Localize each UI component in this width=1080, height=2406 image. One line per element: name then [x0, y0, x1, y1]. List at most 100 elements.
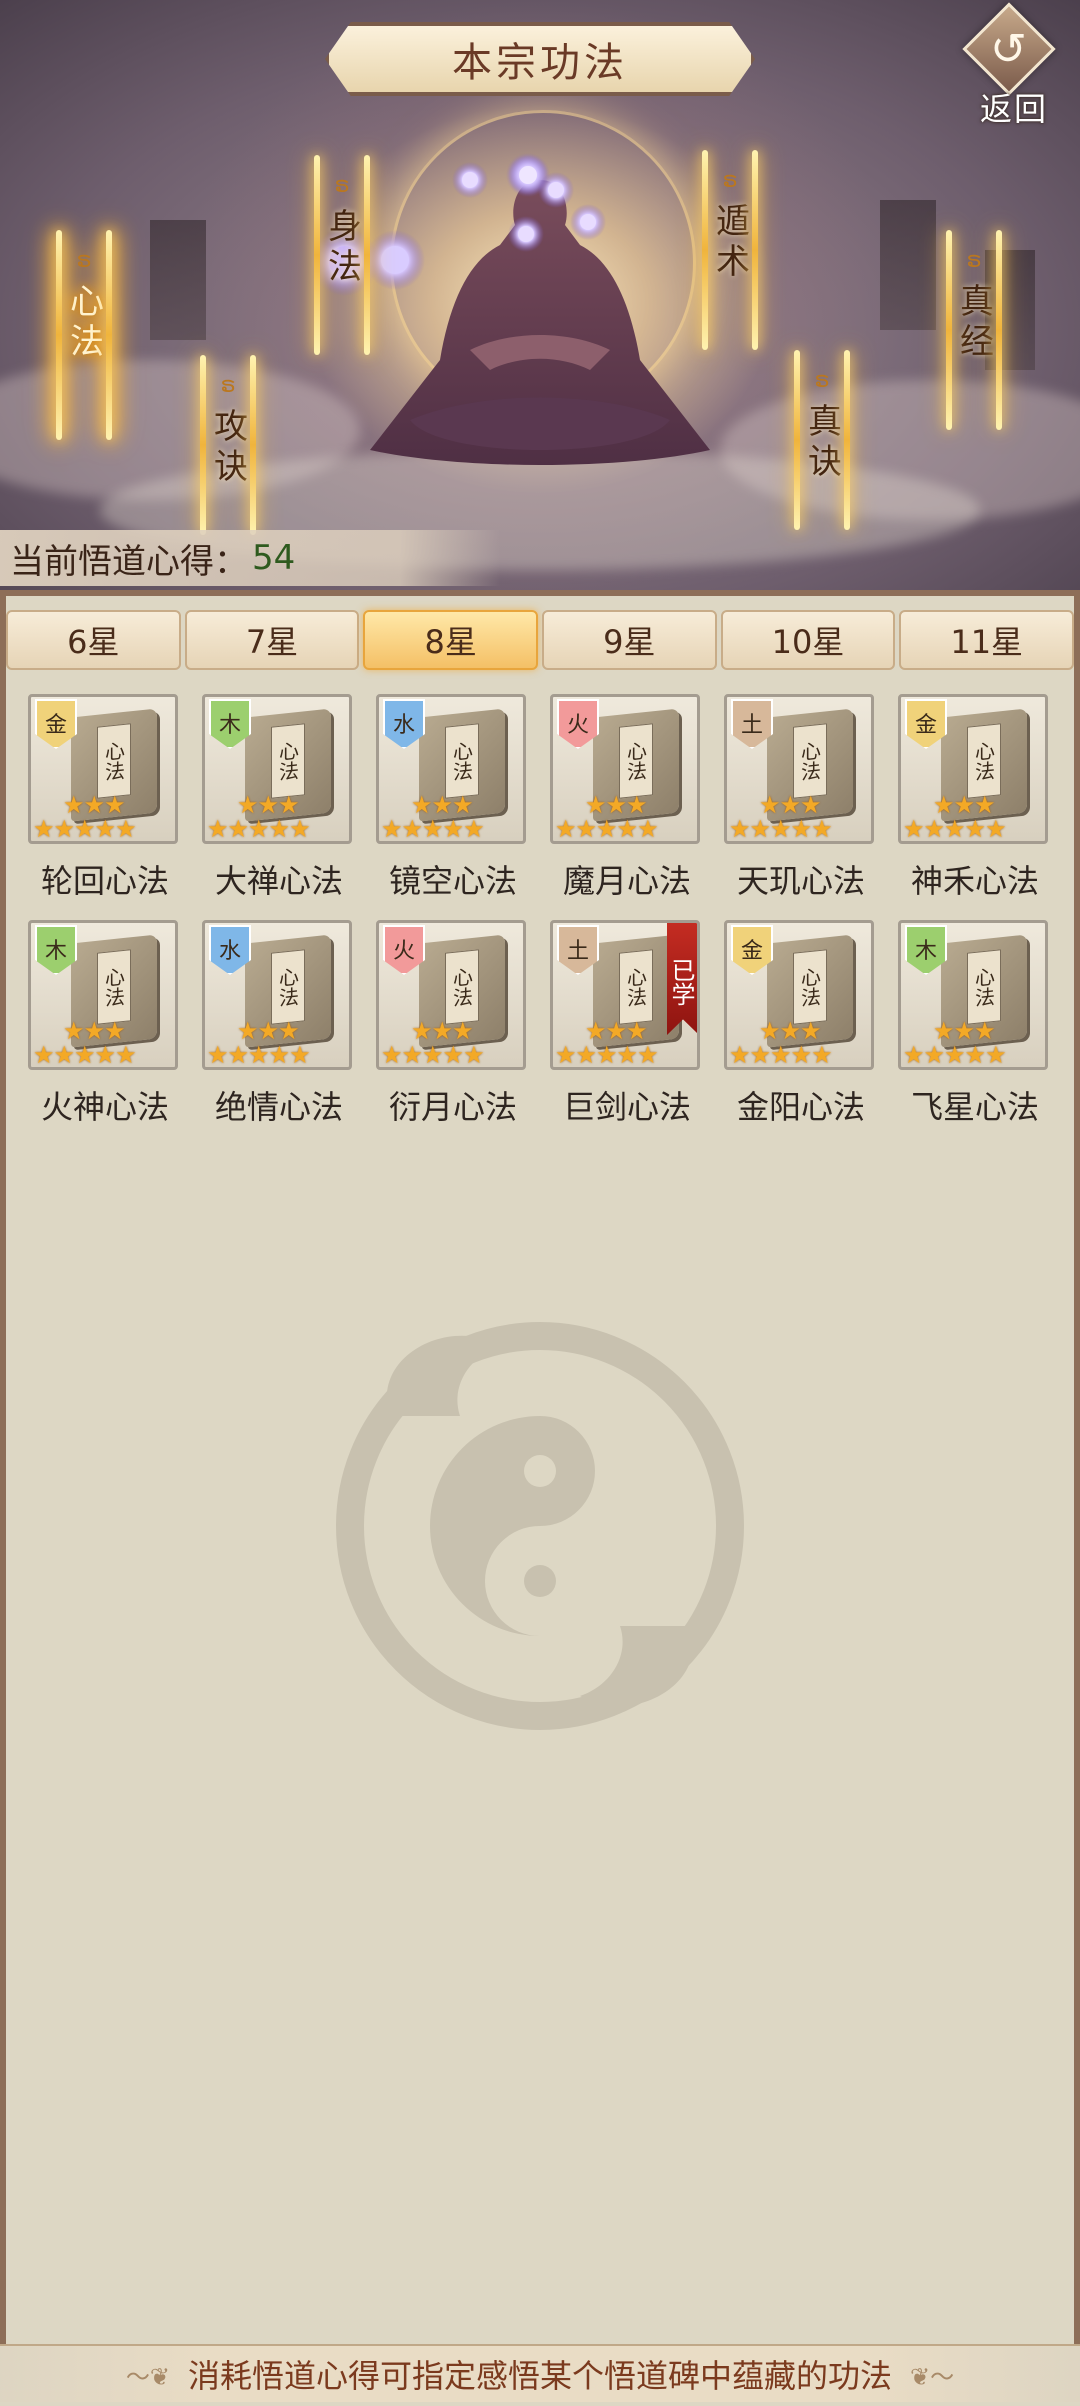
- book-cover-label: 心法: [967, 723, 1001, 799]
- tab-8-star[interactable]: 8星: [363, 610, 539, 670]
- manual-card[interactable]: 心法火 ★★★ ★★★★★ 魔月心法: [542, 694, 712, 920]
- manual-card[interactable]: 心法水 ★★★ ★★★★★ 镜空心法: [368, 694, 538, 920]
- manual-card[interactable]: 心法木 ★★★ ★★★★★ 大禅心法: [194, 694, 364, 920]
- manual-icon-frame: 心法木 ★★★ ★★★★★: [898, 920, 1048, 1070]
- manual-icon-frame: 心法火 ★★★ ★★★★★: [550, 694, 700, 844]
- category-label: 遁术: [709, 203, 750, 283]
- manual-icon-frame: 心法水 ★★★ ★★★★★: [376, 694, 526, 844]
- scroll-ornament-icon: ຣ: [334, 173, 350, 198]
- manual-icon-frame: 心法土 ★★★ ★★★★★ 已学: [550, 920, 700, 1070]
- scroll-ornament-icon: ຣ: [966, 248, 982, 273]
- manual-icon-frame: 心法金 ★★★ ★★★★★: [724, 920, 874, 1070]
- manual-icon-frame: 心法金 ★★★ ★★★★★: [28, 694, 178, 844]
- tab-11-star[interactable]: 11星: [899, 610, 1075, 670]
- category-label: 真诀: [801, 403, 842, 483]
- scroll-ornament-icon: ຣ: [76, 248, 92, 273]
- category-label: 攻诀: [207, 408, 248, 488]
- book-cover-label: 心法: [97, 949, 131, 1025]
- manual-name: 大禅心法: [214, 862, 343, 900]
- manual-card[interactable]: 心法水 ★★★ ★★★★★ 绝情心法: [194, 920, 364, 1146]
- manual-name: 魔月心法: [562, 862, 691, 900]
- page-title-plaque: 本宗功法: [325, 22, 755, 96]
- star-rating-bottom: ★★★★★: [381, 815, 485, 843]
- manual-name: 金阳心法: [736, 1088, 865, 1126]
- manual-card[interactable]: 心法木 ★★★ ★★★★★ 飞星心法: [890, 920, 1060, 1146]
- scroll-ornament-icon: ຣ: [722, 168, 738, 193]
- star-rating-bottom: ★★★★★: [381, 1041, 485, 1069]
- star-rating-bottom: ★★★★★: [555, 815, 659, 843]
- back-label: 返回: [980, 90, 1049, 128]
- star-tabs: 6星 7星 8星 9星 10星 11星: [6, 610, 1075, 670]
- manual-name: 火神心法: [40, 1088, 169, 1126]
- star-rating-bottom: ★★★★★: [903, 1041, 1007, 1069]
- book-cover-label: 心法: [967, 949, 1001, 1025]
- book-cover-label: 心法: [793, 723, 827, 799]
- manual-card[interactable]: 心法金 ★★★ ★★★★★ 金阳心法: [716, 920, 886, 1146]
- insight-label: 当前悟道心得：: [10, 541, 248, 582]
- manual-name: 神禾心法: [910, 862, 1039, 900]
- manual-name: 天玑心法: [736, 862, 865, 900]
- manual-name: 衍月心法: [388, 1088, 517, 1126]
- manual-card[interactable]: 心法木 ★★★ ★★★★★ 火神心法: [20, 920, 190, 1146]
- insight-value: 54: [252, 538, 296, 578]
- hero-banner: 本宗功法 ↺ 返回 ຣ 心法 ຣ 身法 ຣ 攻诀 ຣ 遁术 ຣ 真诀 ຣ 真经 …: [0, 0, 1080, 590]
- manual-card[interactable]: 心法金 ★★★ ★★★★★ 轮回心法: [20, 694, 190, 920]
- manual-card[interactable]: 心法金 ★★★ ★★★★★ 神禾心法: [890, 694, 1060, 920]
- category-dunshu[interactable]: ຣ 遁术: [698, 150, 762, 350]
- star-rating-bottom: ★★★★★: [903, 815, 1007, 843]
- category-label: 真经: [953, 283, 994, 363]
- category-xinfa[interactable]: ຣ 心法: [52, 230, 116, 440]
- category-shenfa[interactable]: ຣ 身法: [310, 155, 374, 355]
- left-ornament-icon: 〜❦: [125, 2362, 170, 2391]
- book-cover-label: 心法: [271, 949, 305, 1025]
- manual-icon-frame: 心法火 ★★★ ★★★★★: [376, 920, 526, 1070]
- book-cover-label: 心法: [793, 949, 827, 1025]
- book-cover-label: 心法: [619, 723, 653, 799]
- page-title: 本宗功法: [452, 40, 628, 86]
- taiji-dragon-watermark: [336, 1322, 744, 1730]
- manual-card[interactable]: 心法火 ★★★ ★★★★★ 衍月心法: [368, 920, 538, 1146]
- category-label: 心法: [63, 283, 104, 363]
- book-cover-label: 心法: [619, 949, 653, 1025]
- footer-tip-text: 消耗悟道心得可指定感悟某个悟道碑中蕴藏的功法: [187, 2357, 892, 2395]
- category-zhenjing[interactable]: ຣ 真经: [942, 230, 1006, 430]
- star-rating-bottom: ★★★★★: [207, 815, 311, 843]
- book-cover-label: 心法: [445, 949, 479, 1025]
- manual-name: 飞星心法: [910, 1088, 1039, 1126]
- star-rating-bottom: ★★★★★: [33, 1041, 137, 1069]
- tab-9-star[interactable]: 9星: [542, 610, 717, 670]
- star-rating-bottom: ★★★★★: [207, 1041, 311, 1069]
- star-rating-bottom: ★★★★★: [33, 815, 137, 843]
- manual-icon-frame: 心法金 ★★★ ★★★★★: [898, 694, 1048, 844]
- scroll-ornament-icon: ຣ: [814, 368, 830, 393]
- manual-name: 镜空心法: [388, 862, 517, 900]
- insight-counter: 当前悟道心得： 54: [0, 530, 500, 586]
- manual-name: 绝情心法: [214, 1088, 343, 1126]
- learned-ribbon: 已学: [667, 923, 697, 1035]
- manual-panel: 6星 7星 8星 9星 10星 11星 心法金 ★★★ ★★★★★ 轮回心法 心法木 ★★…: [0, 590, 1080, 2406]
- star-rating-bottom: ★★★★★: [555, 1041, 659, 1069]
- book-cover-label: 心法: [445, 723, 479, 799]
- star-rating-bottom: ★★★★★: [729, 815, 833, 843]
- right-ornament-icon: ❦〜: [910, 2362, 955, 2391]
- scroll-ornament-icon: ຣ: [220, 373, 236, 398]
- tab-6-star[interactable]: 6星: [6, 610, 181, 670]
- footer-tip: 〜❦ 消耗悟道心得可指定感悟某个悟道碑中蕴藏的功法 ❦〜: [0, 2344, 1080, 2402]
- manual-card[interactable]: 心法土 ★★★ ★★★★★ 天玑心法: [716, 694, 886, 920]
- star-rating-bottom: ★★★★★: [729, 1041, 833, 1069]
- manual-icon-frame: 心法木 ★★★ ★★★★★: [202, 694, 352, 844]
- manual-icon-frame: 心法木 ★★★ ★★★★★: [28, 920, 178, 1070]
- manual-name: 轮回心法: [40, 862, 169, 900]
- back-arrow-icon: ↺: [990, 24, 1027, 75]
- category-zhenjue[interactable]: ຣ 真诀: [790, 350, 854, 530]
- category-label: 身法: [321, 208, 362, 288]
- manual-icon-frame: 心法土 ★★★ ★★★★★: [724, 694, 874, 844]
- book-cover-label: 心法: [97, 723, 131, 799]
- category-gongjue[interactable]: ຣ 攻诀: [196, 355, 260, 535]
- book-cover-label: 心法: [271, 723, 305, 799]
- tab-10-star[interactable]: 10星: [720, 610, 896, 670]
- tab-7-star[interactable]: 7星: [184, 610, 360, 670]
- manual-card[interactable]: 心法土 ★★★ ★★★★★ 已学 巨剑心法: [542, 920, 712, 1146]
- back-button[interactable]: ↺ 返回: [958, 2, 1068, 128]
- manual-icon-frame: 心法水 ★★★ ★★★★★: [202, 920, 352, 1070]
